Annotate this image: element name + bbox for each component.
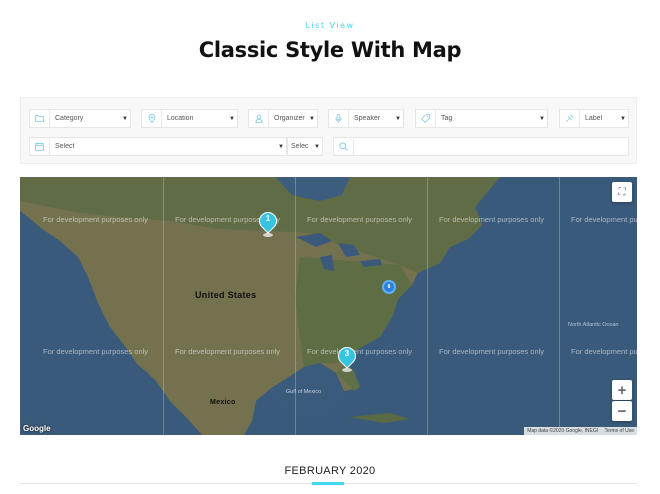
year-select[interactable]: Selec ▼ — [287, 137, 323, 156]
terms-link[interactable]: Terms of Use — [605, 428, 634, 434]
dev-watermark: For development purposes only — [571, 347, 637, 356]
dev-watermark: For development purposes only — [307, 215, 413, 224]
event-marker[interactable]: 3 — [334, 343, 360, 373]
ocean-label: North Atlantic Ocean — [568, 322, 619, 328]
marker-cluster[interactable]: 8 — [382, 280, 396, 294]
gulf-label: Gulf of Mexico — [286, 389, 322, 395]
dev-watermark: For development purposes only — [43, 215, 149, 224]
event-marker[interactable]: 1 — [255, 208, 281, 238]
search-icon — [334, 138, 354, 155]
microphone-icon — [329, 110, 349, 127]
dev-watermark: For development purposes only — [439, 347, 545, 356]
label-icon — [560, 110, 580, 127]
chevron-down-icon: ▼ — [122, 115, 128, 122]
location-pin-icon — [142, 110, 162, 127]
fullscreen-button[interactable]: ⛶ — [612, 182, 632, 202]
month-heading: FEBRUARY 2020 — [284, 465, 376, 477]
fullscreen-icon: ⛶ — [618, 186, 626, 198]
category-select[interactable]: Category ▼ — [29, 109, 131, 128]
chevron-down-icon: ▼ — [620, 115, 626, 122]
chevron-down-icon: ▼ — [314, 143, 320, 150]
search-filters-panel: Category ▼ Location ▼ Organizer ▼ Speake… — [20, 97, 637, 164]
search-input[interactable] — [333, 137, 629, 156]
tag-select[interactable]: Tag ▼ — [415, 109, 548, 128]
tag-icon — [416, 110, 436, 127]
google-logo[interactable]: Google — [23, 424, 51, 433]
location-select[interactable]: Location ▼ — [141, 109, 238, 128]
country-label-us: United States — [195, 290, 257, 300]
user-icon — [249, 110, 269, 127]
label-select[interactable]: Label ▼ — [559, 109, 629, 128]
country-label-mexico: Mexico — [210, 399, 236, 406]
dev-watermark: For development purposes only — [571, 215, 637, 224]
speaker-select[interactable]: Speaker ▼ — [328, 109, 404, 128]
month-accent-bar — [312, 482, 344, 485]
chevron-down-icon: ▼ — [229, 115, 235, 122]
dev-watermark: For development purposes only — [43, 347, 149, 356]
events-map[interactable]: For development purposes only For develo… — [20, 177, 637, 435]
date-select[interactable]: Select ▼ — [29, 137, 287, 156]
chevron-down-icon: ▼ — [309, 115, 315, 122]
dev-watermark: For development purposes only — [307, 347, 413, 356]
map-attribution: Map data ©2020 Google, INEGI Terms of Us… — [524, 427, 637, 435]
zoom-out-button[interactable]: − — [612, 401, 632, 421]
chevron-down-icon: ▼ — [278, 143, 284, 150]
list-view-eyebrow: List View — [305, 21, 355, 30]
zoom-in-button[interactable]: + — [612, 380, 632, 400]
calendar-icon — [30, 138, 50, 155]
folder-icon — [30, 110, 50, 127]
organizer-select[interactable]: Organizer ▼ — [248, 109, 318, 128]
dev-watermark: For development purposes only — [439, 215, 545, 224]
dev-watermark: For development purposes only — [175, 347, 281, 356]
page-title: Classic Style With Map — [198, 38, 462, 62]
chevron-down-icon: ▼ — [395, 115, 401, 122]
chevron-down-icon: ▼ — [539, 115, 545, 122]
